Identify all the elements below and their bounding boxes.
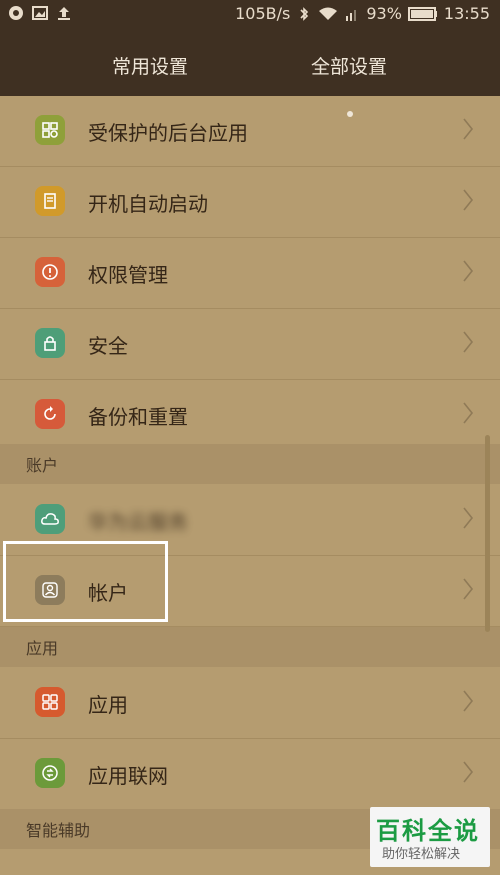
permission-icon (35, 257, 65, 287)
battery-percent: 93% (366, 4, 402, 23)
image-icon (32, 6, 48, 20)
bluetooth-icon (300, 6, 309, 21)
row-autostart[interactable]: 开机自动启动 (0, 166, 500, 238)
chevron-right-icon (463, 507, 474, 529)
row-label: 应用 (88, 693, 128, 717)
cloud-icon (35, 504, 65, 534)
status-right-icons: 105B/s 93% 13:55 (235, 4, 490, 23)
row-label: 权限管理 (88, 263, 168, 287)
watermark-title: 百科全说 (376, 817, 480, 845)
row-label: 应用联网 (88, 764, 168, 788)
section-title: 应用 (26, 639, 59, 658)
chevron-right-icon (463, 118, 474, 140)
chevron-right-icon (463, 402, 474, 424)
settings-tab-bar: 常用设置 全部设置 (0, 30, 500, 117)
row-protected-apps[interactable]: 受保护的后台应用 (0, 95, 500, 167)
lock-icon (35, 328, 65, 358)
signal-icon (346, 9, 357, 21)
tab-all-settings[interactable]: 全部设置 (311, 52, 387, 79)
row-label: 华为云服务 (88, 510, 188, 534)
network-speed: 105B/s (235, 4, 291, 23)
watermark-logo: 百科全说 助你轻松解决 (370, 807, 490, 867)
row-security[interactable]: 安全 (0, 308, 500, 380)
chevron-right-icon (463, 578, 474, 600)
chevron-right-icon (463, 189, 474, 211)
chevron-right-icon (463, 690, 474, 712)
status-left-icons (8, 5, 72, 21)
notification-icon (9, 6, 23, 20)
scrollbar[interactable] (485, 435, 490, 632)
chevron-right-icon (463, 331, 474, 353)
backup-icon (35, 399, 65, 429)
status-time: 13:55 (443, 4, 490, 23)
highlight-box (3, 541, 168, 622)
protected-apps-icon (35, 115, 65, 145)
row-backup-reset[interactable]: 备份和重置 (0, 379, 500, 451)
section-header-account: 账户 (0, 444, 500, 484)
row-label: 开机自动启动 (88, 192, 208, 216)
upload-icon (58, 7, 70, 20)
row-label: 受保护的后台应用 (88, 121, 248, 145)
wifi-icon (319, 7, 338, 20)
row-app-networking[interactable]: 应用联网 (0, 738, 500, 810)
tab-common-settings[interactable]: 常用设置 (112, 52, 188, 79)
section-title: 账户 (26, 456, 59, 475)
chevron-right-icon (463, 761, 474, 783)
section-title: 智能辅助 (26, 821, 91, 840)
autostart-icon (35, 186, 65, 216)
row-apps[interactable]: 应用 (0, 667, 500, 739)
row-label: 备份和重置 (88, 405, 188, 429)
status-bar: 105B/s 93% 13:55 (0, 0, 500, 30)
watermark-subtitle: 助你轻松解决 (382, 847, 461, 862)
battery-icon (407, 6, 437, 21)
network-icon (35, 758, 65, 788)
chevron-right-icon (463, 260, 474, 282)
row-permissions[interactable]: 权限管理 (0, 237, 500, 309)
row-label: 安全 (88, 334, 128, 358)
section-header-apps: 应用 (0, 627, 500, 667)
apps-icon (35, 687, 65, 717)
